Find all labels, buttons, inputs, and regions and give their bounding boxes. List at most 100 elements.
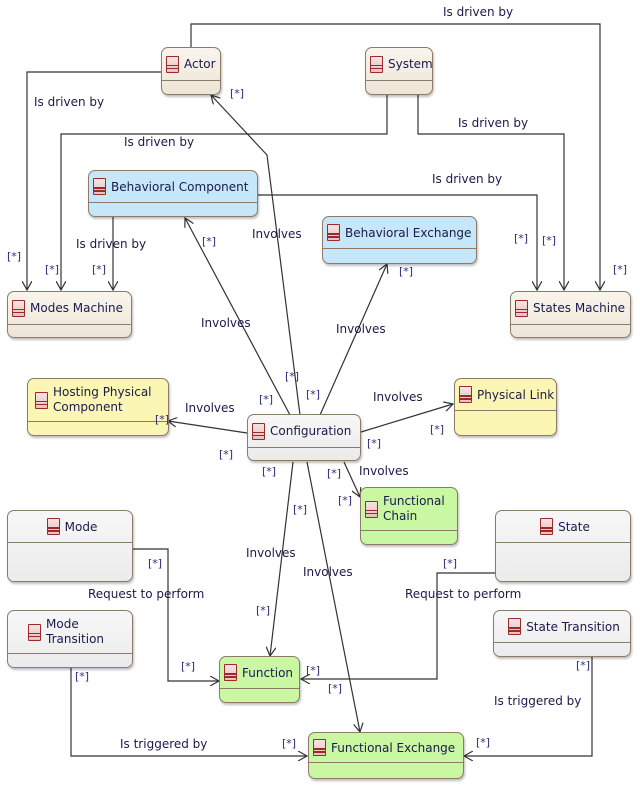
node-actor[interactable]: Actor xyxy=(161,47,221,95)
edge-label: Is triggered by xyxy=(120,737,208,751)
class-icon xyxy=(46,518,60,535)
node-label: Physical Link xyxy=(477,387,555,402)
node-configuration[interactable]: Configuration xyxy=(247,414,361,461)
edge-label: Request to perform xyxy=(405,587,522,601)
multiplicity: [*] xyxy=(202,235,217,248)
multiplicity: [*] xyxy=(75,670,90,683)
class-icon xyxy=(252,422,265,440)
multiplicity: [*] xyxy=(430,423,445,436)
node-label: Hosting Physical Component xyxy=(53,385,152,414)
node-hosting-physical-component[interactable]: Hosting Physical Component xyxy=(27,378,169,436)
class-icon xyxy=(327,224,340,241)
node-functional-chain[interactable]: Functional Chain xyxy=(360,487,458,545)
node-label: Mode Transition xyxy=(46,617,105,646)
node-label: System xyxy=(388,57,433,71)
edge-label: Involves xyxy=(336,322,386,336)
multiplicity: [*] xyxy=(256,604,271,617)
node-states-machine[interactable]: States Machine xyxy=(510,291,631,338)
class-icon xyxy=(459,386,472,403)
node-behavioral-exchange[interactable]: Behavioral Exchange xyxy=(322,216,477,264)
node-mode[interactable]: Mode xyxy=(7,510,133,582)
node-label: Mode xyxy=(64,519,98,534)
node-label: Modes Machine xyxy=(30,301,123,315)
multiplicity: [*] xyxy=(542,234,557,247)
class-icon xyxy=(508,618,522,635)
node-functional-exchange[interactable]: Functional Exchange xyxy=(308,732,464,779)
edge-label: Involves xyxy=(359,464,409,478)
multiplicity: [*] xyxy=(328,682,343,695)
multiplicity: [*] xyxy=(181,660,196,673)
node-label: Behavioral Exchange xyxy=(345,225,472,240)
multiplicity: [*] xyxy=(230,87,245,100)
node-function[interactable]: Function xyxy=(219,656,300,703)
multiplicity: [*] xyxy=(443,557,458,570)
node-label: Function xyxy=(242,665,294,680)
node-label: State Transition xyxy=(526,619,620,634)
node-label: Configuration xyxy=(270,424,352,438)
multiplicity: [*] xyxy=(367,437,382,450)
edge-label: Involves xyxy=(252,227,302,241)
multiplicity: [*] xyxy=(476,736,491,749)
multiplicity: [*] xyxy=(306,664,321,677)
node-label: Functional Chain xyxy=(383,494,445,523)
class-icon xyxy=(35,391,48,409)
edge-config-actor xyxy=(211,95,301,416)
edge-label: Involves xyxy=(201,316,251,330)
node-modes-machine[interactable]: Modes Machine xyxy=(7,291,132,338)
node-mode-transition[interactable]: Mode Transition xyxy=(7,610,133,668)
class-icon xyxy=(28,623,41,641)
class-icon xyxy=(370,55,383,73)
node-label: States Machine xyxy=(533,301,626,315)
class-icon xyxy=(515,299,528,317)
edge-label: Is driven by xyxy=(124,135,195,149)
edge-label: Is triggered by xyxy=(494,694,582,708)
edge-label: Is driven by xyxy=(458,116,529,130)
multiplicity: [*] xyxy=(262,465,277,478)
multiplicity: [*] xyxy=(306,388,321,401)
node-label: State xyxy=(558,519,590,534)
node-physical-link[interactable]: Physical Link xyxy=(454,378,557,436)
edge-label: Involves xyxy=(373,390,423,404)
edge-label: Involves xyxy=(246,546,296,560)
multiplicity: [*] xyxy=(576,659,591,672)
edge-config-hpc xyxy=(168,421,248,434)
multiplicity: [*] xyxy=(259,393,274,406)
multiplicity: [*] xyxy=(399,265,414,278)
edge-config-fc xyxy=(343,461,360,497)
node-state[interactable]: State xyxy=(495,510,631,582)
edge-label: Is driven by xyxy=(443,5,514,19)
multiplicity: [*] xyxy=(613,263,628,276)
node-label: Behavioral Component xyxy=(111,179,249,194)
edge-label: Is driven by xyxy=(34,95,105,109)
node-system[interactable]: System xyxy=(365,47,433,95)
multiplicity: [*] xyxy=(7,250,22,263)
class-icon xyxy=(93,178,106,195)
edge-mode-function xyxy=(133,548,219,681)
node-label: Actor xyxy=(184,57,216,71)
multiplicity: [*] xyxy=(514,232,529,245)
node-state-transition[interactable]: State Transition xyxy=(493,610,631,657)
edge-label: Is driven by xyxy=(76,237,147,251)
multiplicity: [*] xyxy=(338,494,353,507)
multiplicity: [*] xyxy=(92,263,107,276)
node-behavioral-component[interactable]: Behavioral Component xyxy=(88,170,258,217)
multiplicity: [*] xyxy=(155,413,170,426)
class-icon xyxy=(313,739,326,756)
class-icon xyxy=(365,500,378,518)
multiplicity: [*] xyxy=(148,557,163,570)
multiplicity: [*] xyxy=(293,503,308,516)
class-icon xyxy=(224,664,237,681)
multiplicity: [*] xyxy=(45,263,60,276)
node-label: Functional Exchange xyxy=(331,740,456,755)
edge-label: Request to perform xyxy=(88,587,205,601)
class-icon xyxy=(12,299,25,317)
multiplicity: [*] xyxy=(327,467,342,480)
edge-label: Is driven by xyxy=(432,172,503,186)
class-icon xyxy=(166,55,179,73)
edge-label: Involves xyxy=(303,565,353,579)
multiplicity: [*] xyxy=(282,737,297,750)
multiplicity: [*] xyxy=(219,448,234,461)
class-icon xyxy=(540,518,554,535)
edge-label: Involves xyxy=(185,401,235,415)
multiplicity: [*] xyxy=(285,370,300,383)
